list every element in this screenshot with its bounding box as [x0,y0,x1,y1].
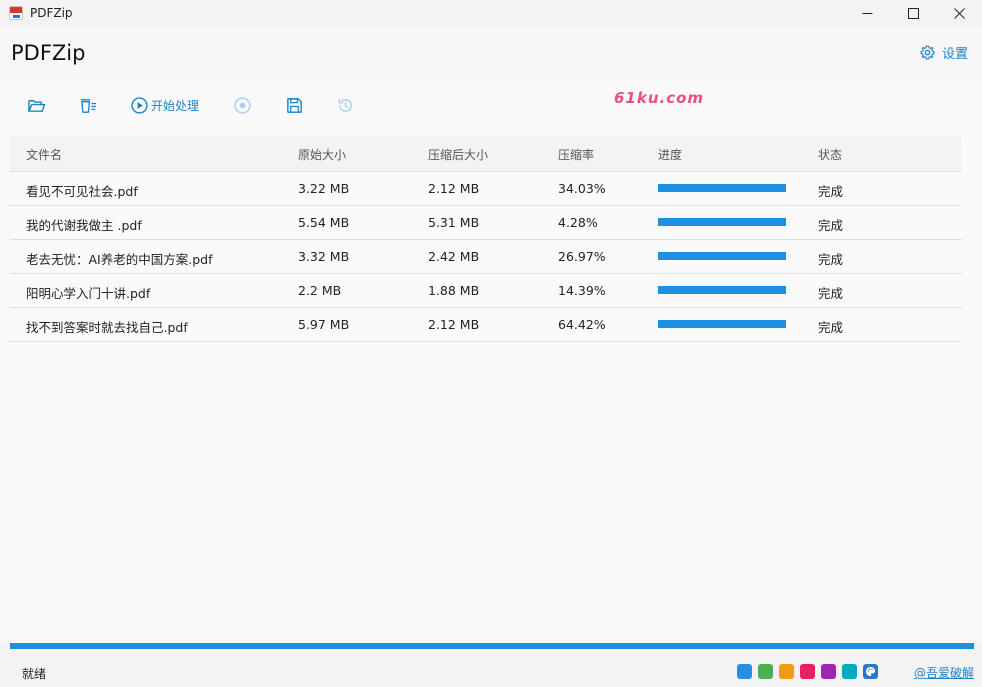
cell-ratio: 4.28% [558,215,598,230]
progress-fill [658,184,786,192]
row-progress-bar [658,218,786,226]
row-progress-bar [658,252,786,260]
cell-status: 完成 [818,218,844,233]
minimize-icon [862,12,872,14]
history-button[interactable] [336,95,355,115]
cell-ratio: 14.39% [558,283,606,298]
row-progress-bar [658,184,786,192]
window-title: PDFZip [30,6,73,20]
start-processing-label: 开始处理 [151,98,200,113]
settings-label: 设置 [941,47,968,62]
watermark-text: 61ku.com [614,89,705,107]
close-icon [953,7,965,19]
history-icon [338,98,352,112]
cell-compressed-size: 2.12 MB [428,181,480,196]
window-titlebar: PDFZip [0,0,982,26]
cell-original-size: 5.97 MB [298,317,350,332]
column-header-compressed-size[interactable]: 压缩后大小 [428,146,488,163]
progress-fill [658,286,786,294]
clear-list-button[interactable] [79,95,98,115]
cell-status: 完成 [818,252,844,267]
column-header-progress[interactable]: 进度 [658,146,682,163]
minimize-button[interactable] [844,0,890,26]
column-header-status[interactable]: 状态 [818,146,842,163]
stop-button[interactable] [233,95,252,115]
progress-fill [658,252,786,260]
maximize-icon [907,7,919,19]
start-processing-button[interactable]: 开始处理 [130,95,199,115]
row-progress-bar [658,320,786,328]
cell-status: 完成 [818,286,844,301]
cell-filename: 我的代谢我做主 .pdf [26,218,142,233]
cell-original-size: 3.22 MB [298,181,350,196]
file-table: 文件名 原始大小 压缩后大小 压缩率 进度 状态 看见不可见社会.pdf 3.2… [10,135,962,631]
cell-status: 完成 [818,184,844,199]
theme-color-picker [737,664,878,679]
cell-filename: 看见不可见社会.pdf [26,184,138,199]
table-row[interactable]: 阳明心学入门十讲.pdf 2.2 MB 1.88 MB 14.39% 完成 [10,274,962,308]
play-circle-icon [131,96,148,114]
status-text: 就绪 [22,667,47,681]
column-header-original-size[interactable]: 原始大小 [298,146,346,163]
status-bar: 就绪 @吾爱破解 [0,652,982,687]
table-row[interactable]: 我的代谢我做主 .pdf 5.54 MB 5.31 MB 4.28% 完成 [10,206,962,240]
main-panel: 开始处理 文件名 原始大小 压缩后大小 压缩率 进度 状态 看见不可见社会.pd… [0,79,982,643]
theme-color-green[interactable] [758,664,773,679]
folder-open-icon [28,99,46,112]
cell-original-size: 5.54 MB [298,215,350,230]
app-header: PDFZip 设置 [0,26,982,79]
progress-fill [658,320,786,328]
cell-original-size: 3.32 MB [298,249,350,264]
table-row[interactable]: 老去无忧：AI养老的中国方案.pdf 3.32 MB 2.42 MB 26.97… [10,240,962,274]
cell-compressed-size: 5.31 MB [428,215,480,230]
cell-filename: 找不到答案时就去找自己.pdf [26,320,188,335]
overall-progress-bar [10,643,974,649]
row-progress-bar [658,286,786,294]
cell-compressed-size: 2.42 MB [428,249,480,264]
save-button[interactable] [285,95,304,115]
settings-button[interactable]: 设置 [920,43,968,62]
cell-compressed-size: 2.12 MB [428,317,480,332]
theme-color-blue[interactable] [737,664,752,679]
theme-color-orange[interactable] [779,664,794,679]
clear-list-icon [80,98,97,113]
table-header: 文件名 原始大小 压缩后大小 压缩率 进度 状态 [10,135,962,172]
theme-color-pink[interactable] [800,664,815,679]
column-header-ratio[interactable]: 压缩率 [558,146,594,163]
close-button[interactable] [936,0,982,26]
gear-icon [920,45,935,60]
progress-fill [658,218,786,226]
window-controls [844,0,982,26]
custom-theme-button[interactable] [863,664,878,679]
theme-color-cyan[interactable] [842,664,857,679]
cell-ratio: 26.97% [558,249,606,264]
table-row[interactable]: 找不到答案时就去找自己.pdf 5.97 MB 2.12 MB 64.42% 完… [10,308,962,342]
app-icon [9,6,23,20]
cell-original-size: 2.2 MB [298,283,342,298]
cell-status: 完成 [818,320,844,335]
toolbar: 开始处理 [0,79,982,133]
cell-compressed-size: 1.88 MB [428,283,480,298]
page-title: PDFZip [11,40,86,65]
open-folder-button[interactable] [27,95,46,115]
cell-filename: 老去无忧：AI养老的中国方案.pdf [26,252,213,267]
cell-filename: 阳明心学入门十讲.pdf [26,286,151,301]
stop-icon [234,96,251,114]
cell-ratio: 64.42% [558,317,606,332]
theme-color-purple[interactable] [821,664,836,679]
save-icon [287,97,302,113]
maximize-button[interactable] [890,0,936,26]
palette-icon [865,666,876,677]
cell-ratio: 34.03% [558,181,606,196]
table-row[interactable]: 看见不可见社会.pdf 3.22 MB 2.12 MB 34.03% 完成 [10,172,962,206]
column-header-filename[interactable]: 文件名 [26,146,62,163]
credit-link[interactable]: @吾爱破解 [914,664,974,681]
